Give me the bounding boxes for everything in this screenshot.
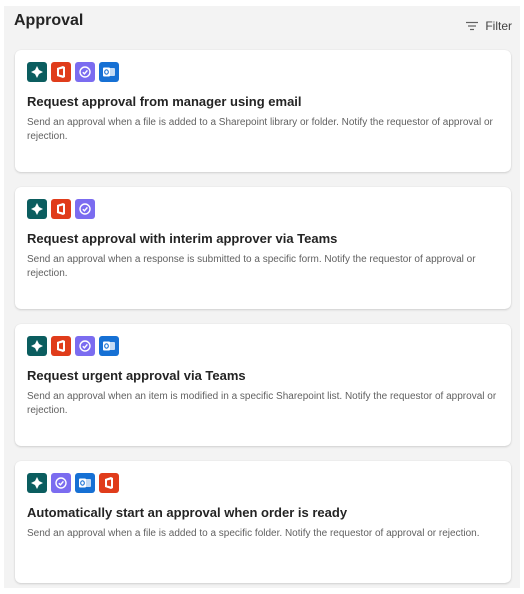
office-icon <box>51 336 71 356</box>
card-description: Send an approval when a response is subm… <box>27 254 476 279</box>
card-title: Automatically start an approval when ord… <box>27 505 348 520</box>
approvals-icon <box>75 62 95 82</box>
connector-icons <box>27 336 119 356</box>
approvals-icon <box>51 473 71 493</box>
card-title: Request approval with interim approver v… <box>27 231 338 246</box>
connector-icons <box>27 62 119 82</box>
card-title: Request urgent approval via Teams <box>27 368 246 383</box>
connector-icons <box>27 473 119 493</box>
card-description: Send an approval when a file is added to… <box>27 117 493 142</box>
filter-icon <box>466 21 479 31</box>
approvals-icon <box>75 336 95 356</box>
power-automate-icon <box>27 336 47 356</box>
outlook-icon <box>99 336 119 356</box>
filter-button[interactable]: Filter <box>465 19 512 33</box>
template-card[interactable]: Automatically start an approval when ord… <box>15 461 511 583</box>
card-title: Request approval from manager using emai… <box>27 94 302 109</box>
power-automate-icon <box>27 199 47 219</box>
office-icon <box>51 199 71 219</box>
office-icon <box>99 473 119 493</box>
outlook-icon <box>75 473 95 493</box>
panel-header: Approval Filter <box>4 6 520 46</box>
filter-label: Filter <box>485 19 512 33</box>
power-automate-icon <box>27 62 47 82</box>
template-card[interactable]: Request approval with interim approver v… <box>15 187 511 309</box>
connector-icons <box>27 199 95 219</box>
template-card[interactable]: Request approval from manager using emai… <box>15 50 511 172</box>
approval-panel: Approval Filter Request approval from ma… <box>4 6 520 588</box>
office-icon <box>51 62 71 82</box>
panel-title: Approval <box>14 12 84 29</box>
outlook-icon <box>99 62 119 82</box>
card-description: Send an approval when a file is added to… <box>27 528 480 539</box>
card-description: Send an approval when an item is modifie… <box>27 391 497 416</box>
power-automate-icon <box>27 473 47 493</box>
approvals-icon <box>75 199 95 219</box>
template-card[interactable]: Request urgent approval via Teams Send a… <box>15 324 511 446</box>
